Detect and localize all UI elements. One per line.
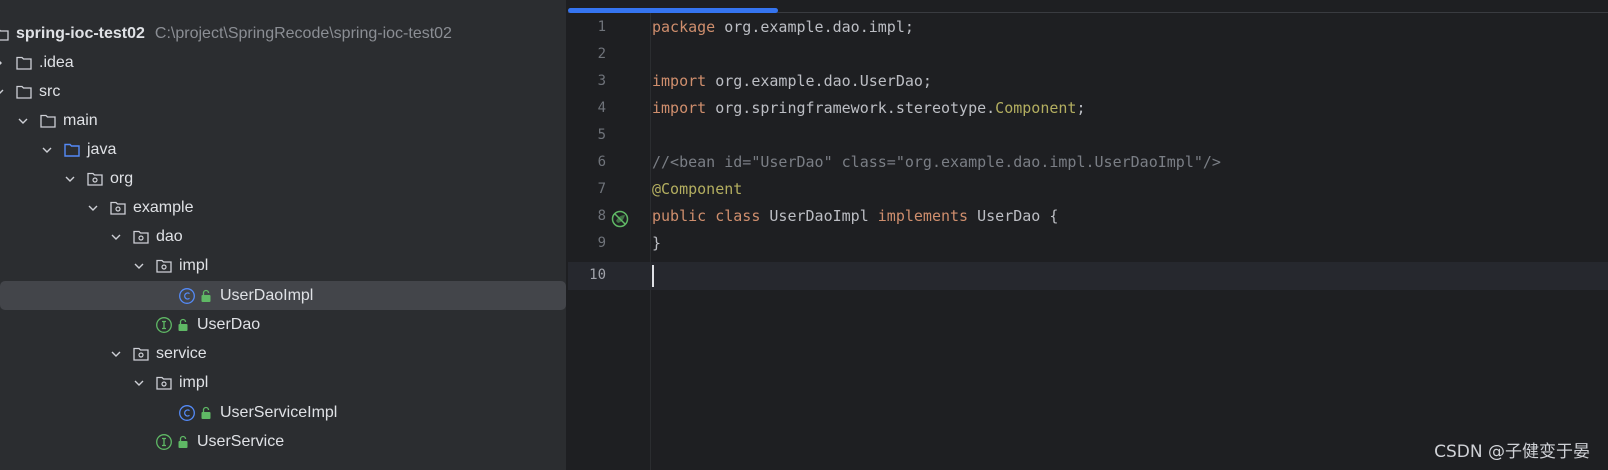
class-name: UserDaoImpl xyxy=(769,207,869,225)
tree-item-main[interactable]: main xyxy=(0,106,566,135)
tree-item-label: service xyxy=(156,344,207,362)
package-icon xyxy=(155,374,173,392)
tree-item-label: java xyxy=(87,140,117,158)
tree-item-example[interactable]: example xyxy=(0,193,566,222)
tree-item-userdao[interactable]: UserDao xyxy=(0,310,566,339)
annotation-class: Component xyxy=(995,99,1077,117)
tree-item-userservice[interactable]: UserService xyxy=(0,427,566,456)
tree-item-dao[interactable]: dao xyxy=(0,222,566,251)
project-tool-window: spring-ioc-test02 C:\project\SpringRecod… xyxy=(0,0,566,470)
editor-tab-indicator xyxy=(568,8,778,13)
chevron-right-icon[interactable] xyxy=(0,56,6,70)
tree-item-label: src xyxy=(39,82,61,100)
keyword: public xyxy=(652,207,707,225)
line-number: 8 xyxy=(597,208,606,224)
code-text: org.example.dao.impl; xyxy=(715,18,914,36)
tree-item-src[interactable]: src xyxy=(0,77,566,106)
package-icon xyxy=(132,345,150,363)
tree-item-label: dao xyxy=(156,227,183,245)
code-text: org.springframework.stereotype. xyxy=(706,99,996,117)
code-text: ; xyxy=(1076,99,1086,117)
code-line-6-comment: //<bean id="UserDao" class="org.example.… xyxy=(652,153,1221,171)
chevron-down-icon[interactable] xyxy=(86,201,100,215)
line-number: 6 xyxy=(597,154,606,170)
line-number: 7 xyxy=(597,181,606,197)
project-name: spring-ioc-test02 xyxy=(16,24,145,42)
interface-name: UserDao { xyxy=(977,207,1059,225)
keyword: package xyxy=(652,18,716,36)
code-editor[interactable]: 1 2 3 4 5 6 7 8 9 10 package org.example… xyxy=(568,0,1608,470)
interface-icon xyxy=(155,433,173,451)
folder-icon xyxy=(39,112,57,130)
line-number-current: 10 xyxy=(589,267,606,283)
keyword: class xyxy=(715,207,761,225)
code-line-7-annotation: @Component xyxy=(652,180,743,198)
code-line-4: import org.springframework.stereotype.Co… xyxy=(652,95,1085,122)
line-number: 1 xyxy=(597,19,606,35)
tree-item-label: org xyxy=(110,169,134,187)
lock-icon xyxy=(200,406,212,420)
keyword: import xyxy=(652,99,707,117)
folder-icon xyxy=(15,83,33,101)
text-caret xyxy=(652,265,654,287)
tree-item-label: .idea xyxy=(39,53,74,71)
tree-item-userdaoimpl[interactable]: UserDaoImpl xyxy=(0,281,566,310)
code-line-9: } xyxy=(652,234,662,252)
line-number: 3 xyxy=(597,73,606,89)
spring-bean-gutter-icon[interactable] xyxy=(610,209,630,229)
tree-item-idea[interactable]: .idea xyxy=(0,48,566,77)
tree-item-label: UserService xyxy=(197,432,285,450)
chevron-down-icon[interactable] xyxy=(132,259,146,273)
lock-icon xyxy=(200,289,212,303)
code-text: org.example.dao.UserDao; xyxy=(706,72,932,90)
package-icon xyxy=(132,228,150,246)
tree-item-userserviceimpl[interactable]: UserServiceImpl xyxy=(0,398,566,427)
line-number: 9 xyxy=(597,235,606,251)
module-icon xyxy=(0,25,10,43)
code-line-3: import org.example.dao.UserDao; xyxy=(652,68,932,95)
tree-item-label: UserServiceImpl xyxy=(220,403,338,421)
keyword: implements xyxy=(877,207,969,225)
lock-icon xyxy=(177,435,189,449)
chevron-down-icon[interactable] xyxy=(16,114,30,128)
line-number: 2 xyxy=(597,46,606,62)
tree-root-project[interactable]: spring-ioc-test02 C:\project\SpringRecod… xyxy=(0,19,566,48)
chevron-down-icon[interactable] xyxy=(132,376,146,390)
tree-item-label: impl xyxy=(179,373,209,391)
chevron-down-icon[interactable] xyxy=(63,172,77,186)
tree-item-service-impl[interactable]: impl xyxy=(0,368,566,397)
tree-item-label: UserDaoImpl xyxy=(220,286,314,304)
code-line-1: package org.example.dao.impl; xyxy=(652,14,914,41)
tree-item-java[interactable]: java xyxy=(0,135,566,164)
package-icon xyxy=(86,170,104,188)
keyword: import xyxy=(652,72,707,90)
code-line-8: public class UserDaoImpl implements User… xyxy=(652,203,1058,230)
chevron-down-icon[interactable] xyxy=(109,230,123,244)
current-line-highlight xyxy=(568,262,1608,290)
tree-item-service[interactable]: service xyxy=(0,339,566,368)
package-icon xyxy=(109,199,127,217)
tree-item-dao-impl[interactable]: impl xyxy=(0,251,566,280)
line-number: 4 xyxy=(597,100,606,116)
folder-icon xyxy=(15,54,33,72)
watermark: CSDN @子健变于晏 xyxy=(1434,442,1590,462)
lock-icon xyxy=(177,318,189,332)
gutter-divider xyxy=(650,13,651,470)
tree-item-label: UserDao xyxy=(197,315,261,333)
tree-item-label: example xyxy=(133,198,194,216)
source-folder-icon xyxy=(63,141,81,159)
tree-item-label: main xyxy=(63,111,98,129)
project-path: C:\project\SpringRecode\spring-ioc-test0… xyxy=(154,24,452,42)
tree-item-label: impl xyxy=(179,256,209,274)
interface-icon xyxy=(155,316,173,334)
chevron-down-icon[interactable] xyxy=(109,347,123,361)
package-icon xyxy=(155,257,173,275)
line-number: 5 xyxy=(597,127,606,143)
tree-item-org[interactable]: org xyxy=(0,164,566,193)
class-icon xyxy=(178,404,196,422)
chevron-down-icon[interactable] xyxy=(40,143,54,157)
class-icon xyxy=(178,287,196,305)
chevron-down-icon[interactable] xyxy=(0,85,6,99)
